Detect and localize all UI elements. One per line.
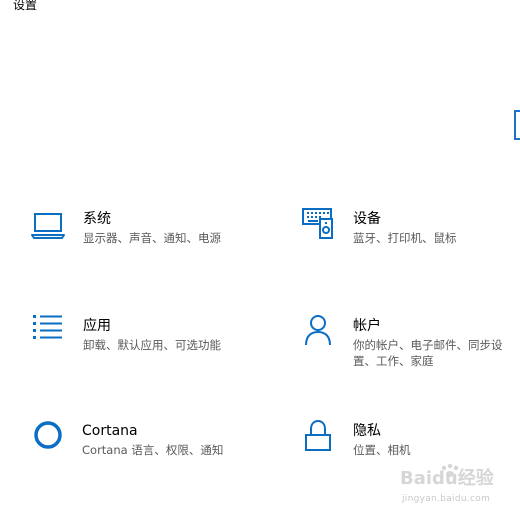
tile-devices-title: 设备 — [353, 211, 381, 227]
tile-system-title: 系统 — [83, 211, 111, 227]
apps-list-icon — [31, 314, 67, 350]
tile-accounts-title: 帐户 — [353, 318, 381, 334]
tile-cortana-title: Cortana — [82, 423, 138, 439]
tile-privacy-desc: 位置、相机 — [353, 443, 411, 457]
tile-system[interactable]: 系统 显示器、声音、通知、电源 — [31, 210, 271, 274]
tile-apps-title: 应用 — [83, 318, 111, 334]
tile-apps[interactable]: 应用 卸载、默认应用、可选功能 — [31, 314, 271, 378]
search-box-edge[interactable] — [514, 110, 520, 140]
laptop-icon — [31, 210, 67, 246]
baidu-paw-logo: Baidu经验 — [400, 463, 495, 489]
tile-system-desc: 显示器、声音、通知、电源 — [83, 231, 221, 245]
tile-privacy-title: 隐私 — [353, 423, 381, 439]
tile-apps-desc: 卸载、默认应用、可选功能 — [83, 338, 221, 352]
baidu-jingyan-watermark: Baidu经验 jingyan.baidu.com — [398, 462, 508, 512]
tile-cortana[interactable]: Cortana Cortana 语言、权限、通知 — [31, 420, 271, 484]
person-icon — [302, 314, 338, 350]
lock-icon — [302, 420, 338, 456]
watermark-url: jingyan.baidu.com — [402, 494, 491, 504]
tile-cortana-desc: Cortana 语言、权限、通知 — [82, 443, 224, 457]
tile-accounts-desc: 你的帐户、电子邮件、同步设置、工作、家庭 — [353, 338, 503, 368]
cortana-circle-icon — [31, 420, 67, 456]
devices-icon — [302, 207, 338, 243]
tile-devices[interactable]: 设备 蓝牙、打印机、鼠标 — [302, 207, 517, 271]
tile-accounts[interactable]: 帐户 你的帐户、电子邮件、同步设置、工作、家庭 — [302, 314, 517, 378]
settings-window: 设置 系统 显示器、声音、通知、电源 设备 蓝牙、打印机、鼠标 应用 卸载、默认… — [0, 0, 520, 516]
window-title: 设置 — [13, 0, 38, 12]
tile-devices-desc: 蓝牙、打印机、鼠标 — [353, 231, 457, 245]
watermark-brand-text: Baidu经验 — [400, 467, 495, 489]
